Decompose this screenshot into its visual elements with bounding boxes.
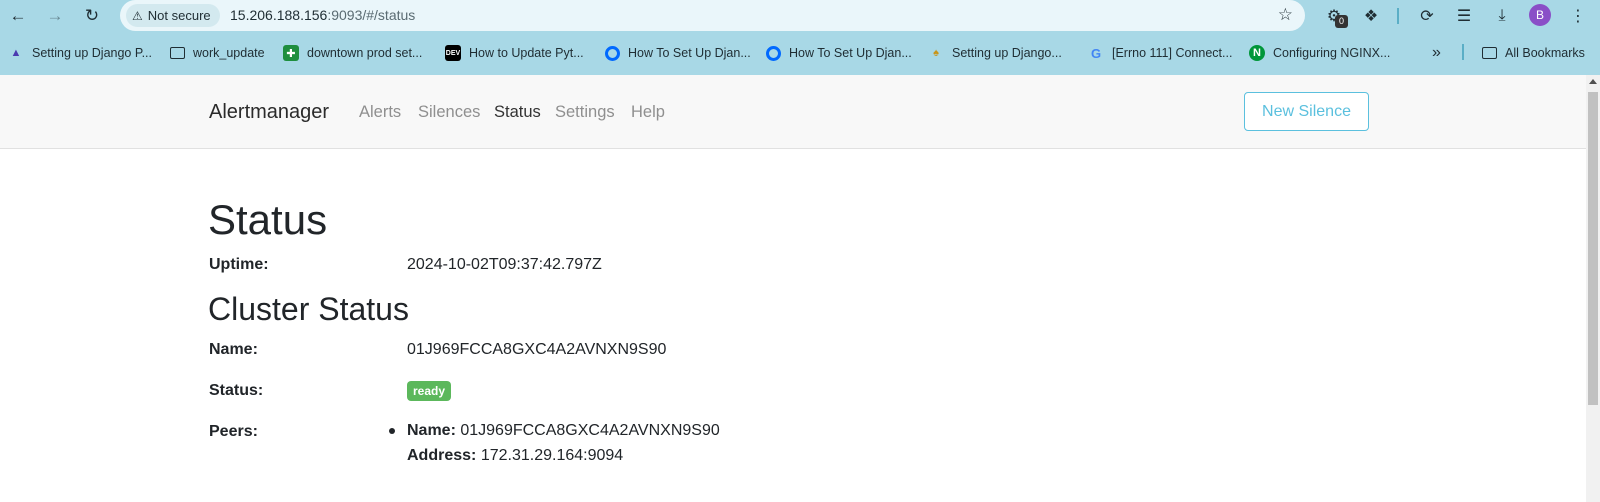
bookmark-label: downtown prod set... [307,46,423,60]
bookmark-label: work_update [193,46,265,60]
bookmark-item[interactable]: ▲ Setting up Django P... [8,44,152,62]
address-bar[interactable]: ⚠ Not secure 15.206.188.156:9093/#/statu… [120,0,1305,31]
bookmark-label: How to Update Pyt... [469,46,584,60]
folder-icon [1482,47,1497,59]
nav-link-status[interactable]: Status [494,103,541,122]
extension-count-badge: 0 [1335,15,1348,28]
media-playlist-icon[interactable]: ☰ [1452,4,1476,28]
reload-icon[interactable]: ↻ [80,4,104,28]
extension-icon[interactable]: ⚙ 0 [1322,4,1348,28]
security-chip-label: Not secure [147,8,211,23]
bookmarks-bar: ▲ Setting up Django P... work_update ✚ dow… [0,38,1600,68]
profile-avatar[interactable]: B [1529,4,1551,26]
sheets-icon: ✚ [283,45,299,61]
url-text[interactable]: 15.206.188.156:9093/#/status [230,7,415,23]
bookmark-item[interactable]: ♠ Setting up Django... [928,44,1062,62]
performance-icon[interactable]: ⟳ [1415,4,1439,28]
uptime-label: Uptime: [209,256,269,273]
cluster-status-label: Status: [209,382,264,399]
peer-address-row: Address: 172.31.29.164:9094 [407,447,623,465]
dev-icon: DEV [445,45,461,61]
bookmark-item[interactable]: G [Errno 111] Connect... [1088,44,1233,62]
bookmark-item[interactable]: How To Set Up Djan... [766,44,912,62]
app-navbar: Alertmanager Alerts Silences Status Sett… [0,75,1586,149]
url-path: :9093/#/status [327,7,416,23]
peer-name-row: Name: 01J969FCCA8GXC4A2AVNXN9S90 [407,422,720,440]
bookmark-label: How To Set Up Djan... [628,46,751,60]
all-bookmarks-label: All Bookmarks [1505,46,1585,60]
digitalocean-icon [766,45,781,61]
bookmark-label: Setting up Django... [952,46,1062,60]
scrollbar-thumb[interactable] [1588,92,1598,405]
django-icon: ▲ [10,47,22,59]
uptime-value: 2024-10-02T09:37:42.797Z [407,256,602,273]
peers-label: Peers: [209,423,258,440]
nav-link-alerts[interactable]: Alerts [359,103,401,122]
digitalocean-icon [605,45,620,61]
more-bookmarks-chevron-icon[interactable]: » [1432,44,1441,62]
peer-name-label: Name: [407,422,456,439]
warning-triangle-icon: ⚠ [132,8,143,23]
google-icon: G [1090,45,1102,61]
bookmark-label: Configuring NGINX... [1273,46,1391,60]
list-bullet [389,428,395,434]
browser-chrome: ← → ↻ ⚠ Not secure 15.206.188.156:9093/#… [0,0,1600,75]
scroll-up-arrow-icon[interactable] [1589,79,1597,84]
cluster-name-label: Name: [209,341,258,358]
bookmarks-separator [1462,44,1464,60]
bookmark-label: [Errno 111] Connect... [1112,46,1233,60]
peer-name-value: 01J969FCCA8GXC4A2AVNXN9S90 [460,422,720,439]
download-icon[interactable]: ⤓ [1490,4,1514,28]
more-menu-icon[interactable]: ⋮ [1566,4,1590,28]
url-host: 15.206.188.156 [230,7,328,23]
nav-link-settings[interactable]: Settings [555,103,615,122]
page-title: Status [208,196,328,243]
toolbar-separator [1397,8,1399,24]
puzzle-extensions-icon[interactable]: ❖ [1359,4,1383,28]
nav-link-help[interactable]: Help [631,103,665,122]
python-icon: ♠ [933,47,939,59]
page-content: Alertmanager Alerts Silences Status Sett… [0,75,1586,502]
bookmark-item[interactable]: N Configuring NGINX... [1249,44,1390,62]
bookmark-item[interactable]: DEV How to Update Pyt... [445,44,584,62]
bookmark-label: Setting up Django P... [32,46,152,60]
bookmark-star-icon[interactable]: ☆ [1278,5,1293,25]
new-silence-button[interactable]: New Silence [1244,92,1369,131]
bookmark-item[interactable]: How To Set Up Djan... [605,44,751,62]
folder-icon [170,47,185,59]
bookmark-item[interactable]: ✚ downtown prod set... [283,44,422,62]
all-bookmarks-item[interactable]: All Bookmarks [1482,44,1585,62]
brand-logo-text[interactable]: Alertmanager [209,101,329,124]
security-chip[interactable]: ⚠ Not secure [126,4,220,27]
cluster-name-value: 01J969FCCA8GXC4A2AVNXN9S90 [407,341,667,358]
cluster-status-heading: Cluster Status [208,291,409,327]
nav-link-silences[interactable]: Silences [418,103,480,122]
page-scrollbar[interactable] [1586,75,1600,502]
browser-toolbar: ← → ↻ ⚠ Not secure 15.206.188.156:9093/#… [0,0,1600,32]
bookmark-item[interactable]: work_update [170,44,265,62]
peer-address-label: Address: [407,447,477,464]
nginx-icon: N [1249,45,1265,61]
back-arrow-icon[interactable]: ← [6,4,30,28]
peer-address-value: 172.31.29.164:9094 [480,447,624,464]
forward-arrow-icon[interactable]: → [43,4,67,28]
status-badge: ready [407,381,452,401]
bookmark-label: How To Set Up Djan... [789,46,912,60]
